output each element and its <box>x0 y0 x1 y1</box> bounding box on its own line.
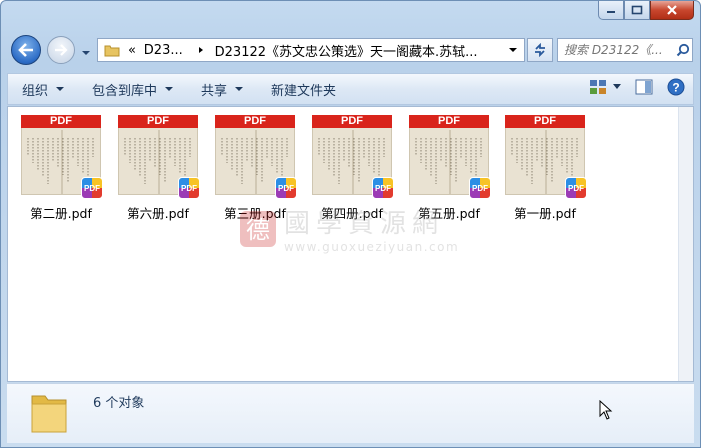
search-icon[interactable] <box>676 43 690 57</box>
search-box[interactable] <box>557 38 693 62</box>
chevron-down-icon <box>82 51 90 55</box>
folder-large-icon <box>31 395 67 433</box>
pdf-label: PDF <box>312 115 392 128</box>
address-bar[interactable]: « D23... D23122《苏文忠公策选》天一阁藏本.苏轼... <box>97 38 525 62</box>
watermark-logo: 德 <box>240 210 276 247</box>
pdf-thumbnail: PDF PDF <box>21 115 103 199</box>
pdf-label: PDF <box>21 115 101 128</box>
file-item[interactable]: PDF PDF 第二册.pdf <box>20 115 103 222</box>
organize-menu[interactable]: 组织 <box>8 74 78 104</box>
maximize-icon <box>631 5 643 15</box>
mouse-cursor-icon <box>599 400 613 420</box>
minimize-icon <box>607 11 615 13</box>
pdf-thumbnail: PDF PDF <box>505 115 587 199</box>
refresh-button[interactable] <box>527 38 553 62</box>
arrow-right-icon <box>55 44 68 56</box>
file-name: 第一册.pdf <box>514 206 576 221</box>
close-button[interactable] <box>650 1 694 20</box>
file-list-view[interactable]: PDFPDF第二册.pdfPDFPDF第六册.pdfPDFPDF第三册.pdfP… <box>7 106 694 382</box>
address-overflow[interactable]: « <box>128 43 136 58</box>
file-name: 第二册.pdf <box>30 206 92 221</box>
pdf-app-icon: PDF <box>178 177 200 199</box>
address-row: « D23... D23122《苏文忠公策选》天一阁藏本.苏轼... <box>9 35 693 65</box>
recent-pages-dropdown[interactable] <box>81 46 91 61</box>
item-count: 6 个对象 <box>93 396 145 411</box>
breadcrumb-arrow-icon[interactable] <box>197 46 205 54</box>
svg-text:德: 德 <box>246 216 270 244</box>
address-dropdown-icon[interactable] <box>508 46 518 54</box>
forward-button[interactable] <box>47 36 75 64</box>
caption-buttons <box>598 1 694 20</box>
pdf-app-icon: PDF <box>565 177 587 199</box>
pdf-thumbnail: PDF PDF <box>312 115 394 199</box>
details-pane: 6 个对象 <box>7 383 694 443</box>
search-input[interactable] <box>564 43 676 57</box>
watermark: 德 國學資源網 www.guoxueziyuan.com <box>238 203 459 254</box>
share-menu[interactable]: 共享 <box>187 74 257 104</box>
address-segment-parent[interactable]: D23... <box>144 43 189 58</box>
watermark-url: www.guoxueziyuan.com <box>284 240 460 254</box>
preview-pane-icon[interactable] <box>635 79 653 95</box>
help-icon[interactable]: ? <box>667 78 685 96</box>
pdf-app-icon: PDF <box>372 177 394 199</box>
watermark-title: 國學資源網 <box>284 209 445 239</box>
pdf-app-icon: PDF <box>81 177 103 199</box>
new-folder-button[interactable]: 新建文件夹 <box>257 74 350 104</box>
file-item[interactable]: PDF PDF 第一册.pdf <box>504 115 587 222</box>
file-name: 第六册.pdf <box>127 206 189 221</box>
pdf-label: PDF <box>409 115 489 128</box>
organize-label: 组织 <box>22 83 49 99</box>
view-controls: ? <box>589 78 685 96</box>
file-item[interactable]: PDF PDF 第六册.pdf <box>117 115 200 222</box>
arrow-left-icon <box>18 43 33 57</box>
caret-down-icon <box>165 87 174 91</box>
pdf-thumbnail: PDF PDF <box>118 115 200 199</box>
explorer-window: « D23... D23122《苏文忠公策选》天一阁藏本.苏轼... 组织 包含… <box>0 0 701 448</box>
include-in-library-menu[interactable]: 包含到库中 <box>78 74 187 104</box>
pdf-thumbnail: PDF PDF <box>409 115 491 199</box>
share-label: 共享 <box>201 83 228 99</box>
command-bar: 组织 包含到库中 共享 新建文件夹 ? <box>7 73 694 105</box>
pdf-thumbnail: PDF PDF <box>215 115 297 199</box>
change-view-button[interactable] <box>589 79 621 95</box>
pdf-label: PDF <box>215 115 295 128</box>
pdf-app-icon: PDF <box>469 177 491 199</box>
pdf-label: PDF <box>118 115 198 128</box>
new-folder-label: 新建文件夹 <box>271 83 337 99</box>
svg-text:?: ? <box>672 81 679 95</box>
maximize-button[interactable] <box>624 1 650 20</box>
pdf-label: PDF <box>505 115 585 128</box>
view-grid-icon <box>590 80 606 94</box>
pdf-app-icon: PDF <box>275 177 297 199</box>
include-library-label: 包含到库中 <box>92 83 158 99</box>
close-icon <box>667 5 677 15</box>
vertical-scrollbar[interactable] <box>678 107 693 381</box>
watermark-text-block: 國學資源網 www.guoxueziyuan.com <box>284 203 459 254</box>
folder-icon <box>104 43 120 57</box>
refresh-icon <box>535 43 545 57</box>
back-button[interactable] <box>11 35 41 65</box>
minimize-button[interactable] <box>598 1 624 20</box>
chevron-down-icon <box>613 84 621 89</box>
address-segment-current[interactable]: D23122《苏文忠公策选》天一阁藏本.苏轼... <box>215 41 509 60</box>
caret-down-icon <box>56 87 65 91</box>
caret-down-icon <box>235 87 244 91</box>
